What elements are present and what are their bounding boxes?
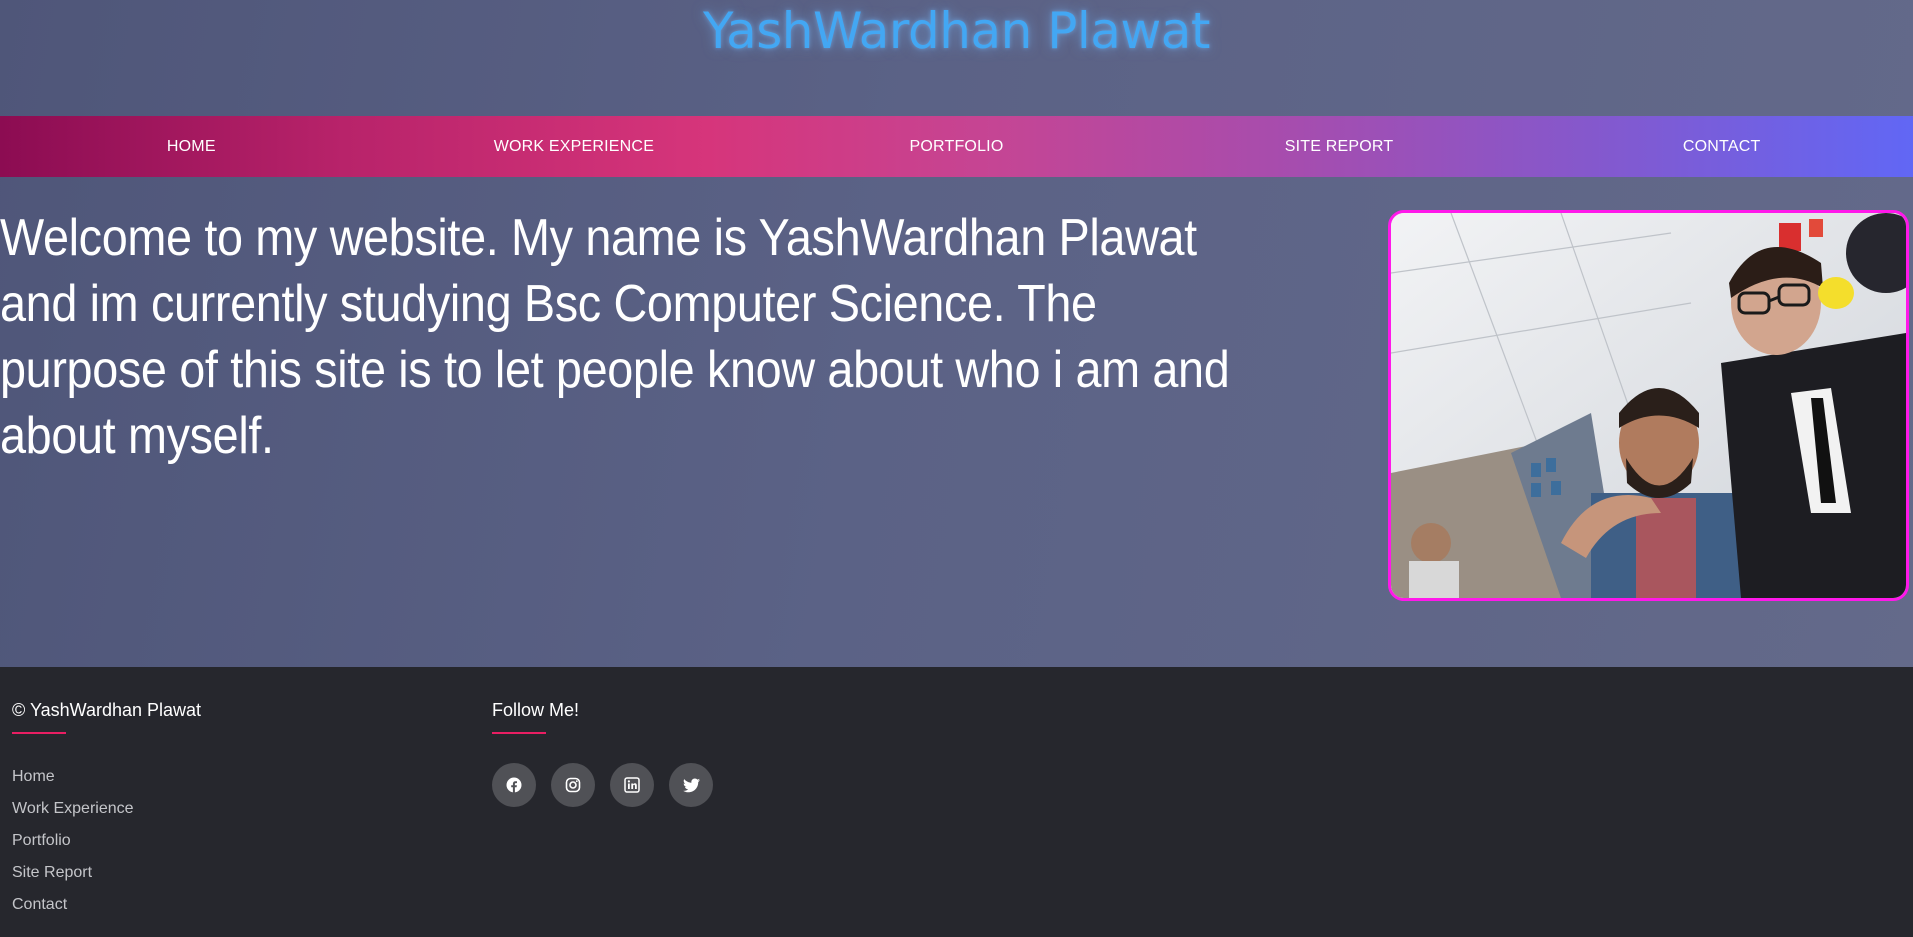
- follow-heading: Follow Me!: [492, 700, 580, 720]
- twitter-button[interactable]: [669, 763, 713, 807]
- site-footer: © YashWardhan Plawat Home Work Experienc…: [0, 667, 1913, 937]
- main-nav: HOME WORK EXPERIENCE PORTFOLIO SITE REPO…: [0, 116, 1913, 177]
- linkedin-button[interactable]: [610, 763, 654, 807]
- social-links: [492, 763, 713, 807]
- footer-underline: [12, 732, 66, 734]
- profile-photo: [1388, 210, 1909, 601]
- footer-copyright: © YashWardhan Plawat: [12, 700, 202, 720]
- linkedin-icon: [624, 777, 640, 793]
- site-title: YashWardhan Plawat: [702, 2, 1211, 60]
- welcome-text: Welcome to my website. My name is YashWa…: [0, 209, 1230, 465]
- footer-link-portfolio[interactable]: Portfolio: [12, 825, 134, 857]
- nav-item-contact[interactable]: CONTACT: [1530, 116, 1913, 177]
- nav-item-portfolio[interactable]: PORTFOLIO: [765, 116, 1148, 177]
- nav-item-home[interactable]: HOME: [0, 116, 383, 177]
- instagram-icon: [565, 777, 581, 793]
- twitter-icon: [682, 777, 700, 792]
- nav-item-work-experience[interactable]: WORK EXPERIENCE: [383, 116, 766, 177]
- nav-item-site-report[interactable]: SITE REPORT: [1148, 116, 1531, 177]
- footer-link-work-experience[interactable]: Work Experience: [12, 793, 134, 825]
- facebook-button[interactable]: [492, 763, 536, 807]
- photo-illustration: [1391, 213, 1906, 598]
- follow-underline: [492, 732, 546, 734]
- footer-link-home[interactable]: Home: [12, 761, 134, 793]
- footer-link-contact[interactable]: Contact: [12, 889, 134, 921]
- footer-link-site-report[interactable]: Site Report: [12, 857, 134, 889]
- instagram-button[interactable]: [551, 763, 595, 807]
- facebook-icon: [506, 777, 522, 793]
- site-header: YashWardhan Plawat: [0, 0, 1913, 116]
- footer-links: Home Work Experience Portfolio Site Repo…: [12, 761, 134, 921]
